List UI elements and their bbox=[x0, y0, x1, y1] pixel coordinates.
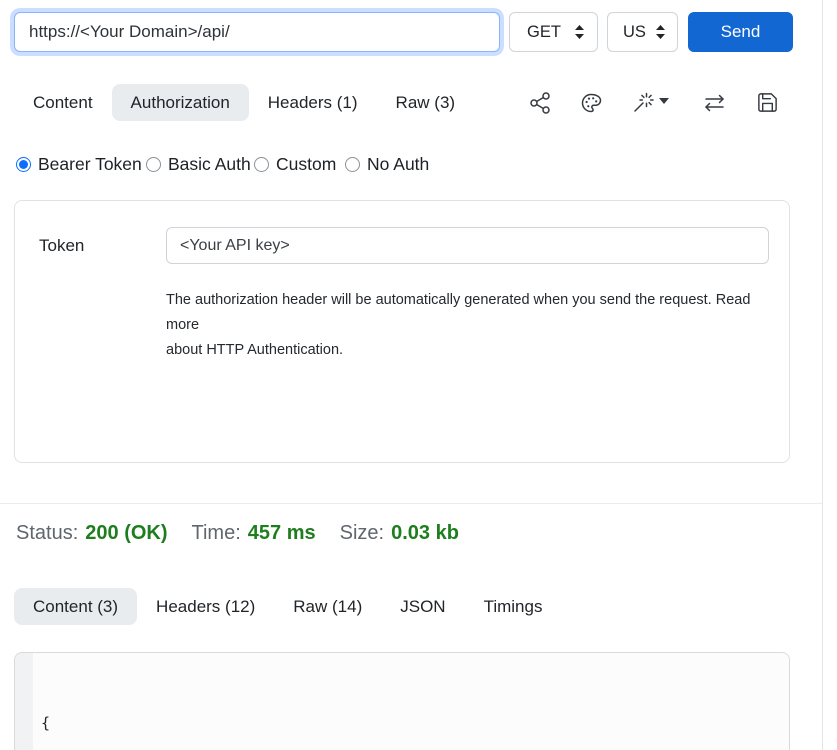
resp-tab-headers[interactable]: Headers (12) bbox=[137, 588, 274, 625]
url-input[interactable] bbox=[14, 12, 500, 52]
size-label: Size: bbox=[340, 522, 384, 545]
radio-label: Custom bbox=[276, 154, 336, 175]
content-column-edge bbox=[822, 0, 823, 750]
region-value: US bbox=[623, 23, 646, 42]
radio-button[interactable] bbox=[345, 157, 360, 172]
send-button[interactable]: Send bbox=[688, 12, 793, 52]
resp-tab-content[interactable]: Content (3) bbox=[14, 588, 137, 625]
api-client-window: GET US Send Content Authorization Header… bbox=[0, 0, 837, 750]
time-label: Time: bbox=[192, 522, 241, 545]
size-value: 0.03 kb bbox=[391, 522, 459, 545]
token-input[interactable] bbox=[166, 227, 769, 264]
radio-button-selected[interactable] bbox=[16, 157, 31, 172]
radio-label: Basic Auth bbox=[168, 154, 251, 175]
swap-arrows-icon[interactable] bbox=[702, 91, 727, 115]
status-label: Status: bbox=[16, 522, 78, 545]
save-icon[interactable] bbox=[756, 91, 779, 114]
time-value: 457 ms bbox=[248, 522, 316, 545]
resp-tab-timings[interactable]: Timings bbox=[465, 588, 562, 625]
code-line: { bbox=[41, 711, 789, 736]
resp-tab-json[interactable]: JSON bbox=[381, 588, 464, 625]
radio-no-auth[interactable]: No Auth bbox=[345, 154, 429, 175]
token-help-line1: The authorization header will be automat… bbox=[166, 288, 766, 338]
radio-custom[interactable]: Custom bbox=[254, 154, 336, 175]
request-tabs: Content Authorization Headers (1) Raw (3… bbox=[14, 84, 474, 121]
section-divider bbox=[0, 503, 822, 504]
select-arrows-icon bbox=[656, 25, 665, 39]
response-tabs: Content (3) Headers (12) Raw (14) JSON T… bbox=[14, 588, 561, 625]
json-open-brace: { bbox=[41, 714, 50, 732]
response-json: { "message": "API running." } bbox=[33, 653, 789, 750]
tab-headers[interactable]: Headers (1) bbox=[249, 84, 377, 121]
status-value: 200 (OK) bbox=[85, 522, 167, 545]
magic-wand-icon[interactable] bbox=[630, 90, 656, 116]
region-select[interactable]: US bbox=[607, 12, 678, 52]
radio-label: No Auth bbox=[367, 154, 429, 175]
share-icon[interactable] bbox=[528, 91, 552, 115]
authorization-panel: Token The authorization header will be a… bbox=[14, 200, 790, 463]
token-label: Token bbox=[39, 236, 84, 256]
token-help-text: The authorization header will be automat… bbox=[166, 288, 766, 363]
radio-label: Bearer Token bbox=[38, 154, 142, 175]
response-status-bar: Status: 200 (OK) Time: 457 ms Size: 0.03… bbox=[16, 522, 459, 545]
palette-icon[interactable] bbox=[579, 91, 603, 115]
token-help-line2: about HTTP Authentication. bbox=[166, 338, 766, 363]
radio-basic-auth[interactable]: Basic Auth bbox=[146, 154, 251, 175]
radio-button[interactable] bbox=[254, 157, 269, 172]
radio-bearer-token[interactable]: Bearer Token bbox=[16, 154, 142, 175]
response-body-block: { "message": "API running." } bbox=[14, 652, 790, 750]
tab-content[interactable]: Content bbox=[14, 84, 112, 121]
radio-button[interactable] bbox=[146, 157, 161, 172]
resp-tab-raw[interactable]: Raw (14) bbox=[274, 588, 381, 625]
http-method-select[interactable]: GET bbox=[509, 12, 598, 52]
dropdown-caret-icon[interactable] bbox=[659, 98, 669, 105]
select-arrows-icon bbox=[575, 25, 584, 39]
http-method-value: GET bbox=[527, 23, 561, 42]
tab-raw[interactable]: Raw (3) bbox=[377, 84, 475, 121]
tab-authorization[interactable]: Authorization bbox=[112, 84, 249, 121]
